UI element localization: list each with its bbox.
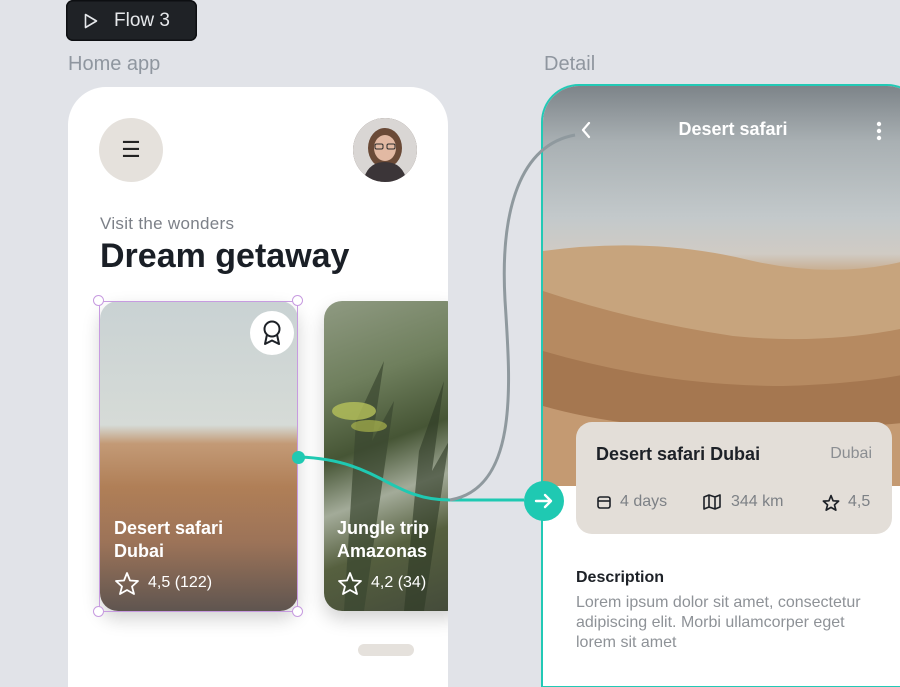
connector-line-back <box>449 133 576 502</box>
arrow-right-icon <box>534 493 553 509</box>
connector-line-forward <box>299 455 524 502</box>
prototype-connectors <box>299 133 576 502</box>
connector-end-arrow[interactable] <box>524 481 564 521</box>
connector-start-dot[interactable] <box>292 451 305 464</box>
